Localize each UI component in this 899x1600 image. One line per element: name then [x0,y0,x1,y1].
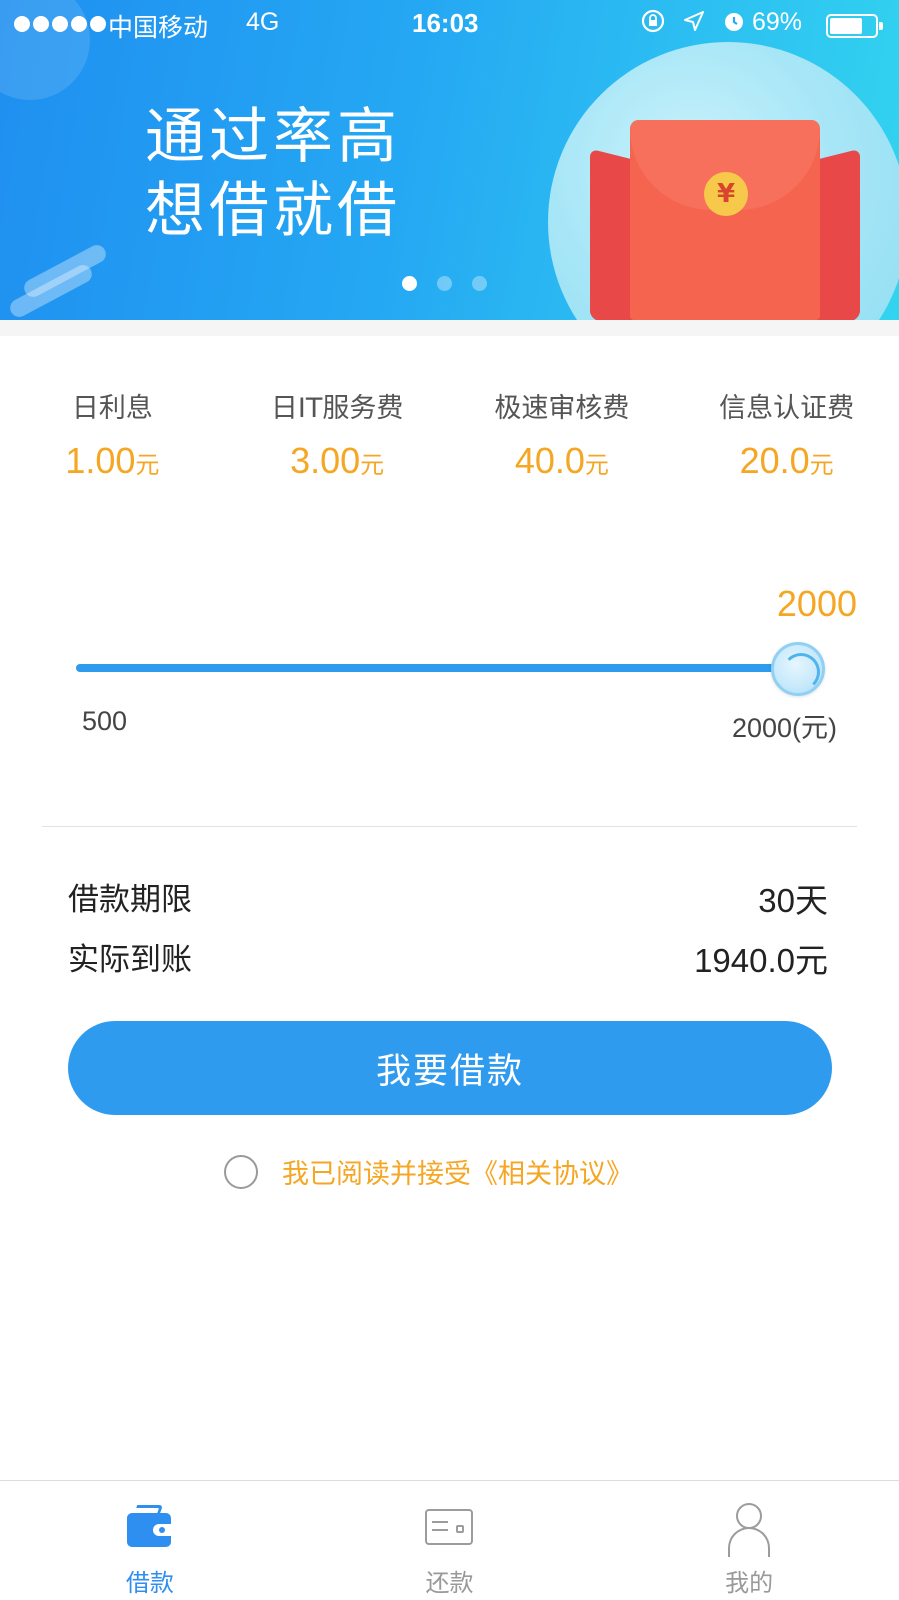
fee-label: 日利息 [71,393,153,424]
tab-borrow[interactable]: 借款 [0,1481,300,1600]
fee-value: 3.00元 [290,440,385,481]
banner-line-1: 通过率高 [145,102,401,172]
amount-slider-fill [76,664,788,672]
amount-slider-track[interactable] [76,664,788,672]
amount-slider-handle[interactable] [771,642,825,696]
banner-slogan: 通过率高 想借就借 [145,100,401,248]
fee-value: 20.0元 [739,440,834,481]
status-bar: 中国移动 4G 16:03 69% [0,0,899,50]
network-type: 4G [246,8,280,36]
slider-max-label: 2000(元) [731,713,837,743]
status-icons [640,8,746,34]
carrier-name: 中国移动 [108,14,209,42]
card-icon [424,1503,474,1551]
tab-repay[interactable]: 还款 [300,1481,600,1600]
fee-label: 极速审核费 [494,393,630,424]
banner-line-2: 想借就借 [145,176,401,246]
loan-term-value: 30天 [758,882,828,919]
actual-receipt-value: 1940.0元 [694,942,828,979]
section-separator [0,320,899,336]
selected-amount: 2000 [776,583,857,624]
bottom-tab-bar: 借款 还款 我的 [0,1480,899,1600]
fee-item-review: 极速审核费 40.0元 [450,386,675,482]
actual-receipt-label: 实际到账 [68,942,192,978]
wallet-icon [125,1503,175,1551]
agreement-row[interactable]: 我已阅读并接受《相关协议》 [224,1152,633,1191]
tab-label: 我的 [725,1569,774,1597]
coin-icon: ¥ [704,172,748,216]
carousel-indicator [402,276,487,291]
fee-value: 40.0元 [514,440,609,481]
loan-term-row: 借款期限 30天 [68,874,828,922]
fee-item-daily-interest: 日利息 1.00元 [0,386,225,482]
location-icon [684,11,704,31]
fee-item-it-service: 日IT服务费 3.00元 [225,386,450,482]
tab-label: 借款 [125,1569,174,1597]
loan-term-label: 借款期限 [68,882,192,918]
battery-icon [826,14,883,38]
fee-value: 1.00元 [65,440,160,481]
fee-item-verification: 信息认证费 20.0元 [674,386,899,482]
fee-summary: 日利息 1.00元 日IT服务费 3.00元 极速审核费 40.0元 信息认证费… [0,386,899,482]
red-envelope-icon: ¥ [590,120,860,320]
user-icon [724,1503,774,1557]
carousel-dot[interactable] [472,276,487,291]
fee-label: 日IT服务费 [270,393,404,424]
borrow-button[interactable]: 我要借款 [68,1021,832,1115]
agreement-checkbox[interactable] [224,1154,258,1189]
slider-min-label: 500 [82,706,128,736]
divider [42,826,857,827]
battery-percent: 69% [752,8,803,36]
clock: 16:03 [412,8,479,38]
actual-receipt-row: 实际到账 1940.0元 [68,934,828,982]
signal-strength-icon [14,16,106,32]
orientation-lock-icon [641,9,665,33]
tab-label: 还款 [425,1569,474,1597]
tab-mine[interactable]: 我的 [599,1481,899,1600]
alarm-icon [725,13,743,31]
fee-label: 信息认证费 [719,393,855,424]
agreement-link[interactable]: 我已阅读并接受《相关协议》 [282,1152,633,1191]
carousel-dot[interactable] [437,276,452,291]
carousel-dot[interactable] [402,276,417,291]
